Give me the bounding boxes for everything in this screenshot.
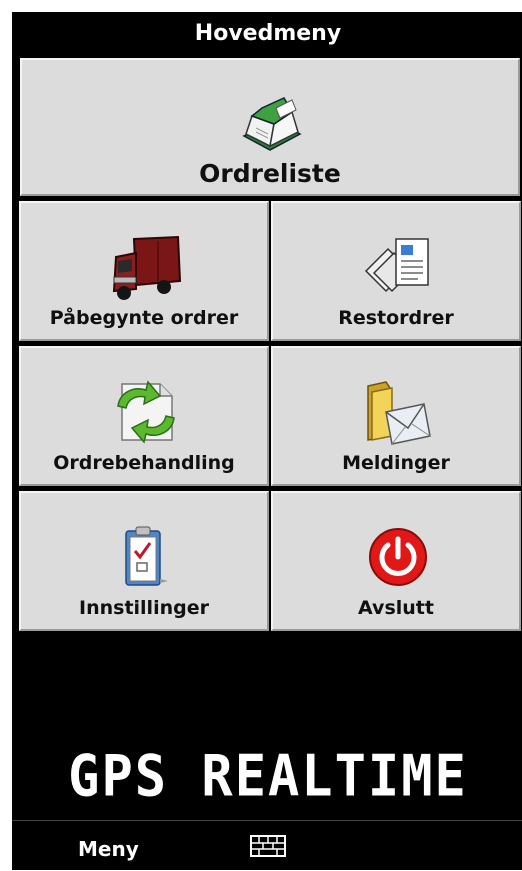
avslutt-label: Avslutt: [358, 597, 434, 619]
brand-logo-text: GPS REALTIME: [68, 744, 468, 810]
pabegynte-ordrer-button[interactable]: Påbegynte ordrer: [19, 201, 269, 341]
avslutt-button[interactable]: Avslutt: [271, 491, 521, 631]
softkey-bar: Meny: [12, 820, 522, 870]
sync-arrows-icon: [108, 378, 184, 450]
keyboard-icon[interactable]: [250, 835, 286, 861]
folder-envelope-icon: [360, 378, 436, 450]
innstillinger-button[interactable]: Innstillinger: [19, 491, 269, 631]
ordreliste-label: Ordreliste: [199, 159, 341, 188]
page-title: Hovedmeny: [194, 21, 342, 46]
app-screen: Hovedmeny Ordreliste Påbegynte ordrer Re…: [12, 12, 522, 870]
innstillinger-label: Innstillinger: [79, 597, 209, 619]
restordrer-label: Restordrer: [338, 307, 454, 329]
pabegynte-ordrer-label: Påbegynte ordrer: [49, 307, 239, 329]
open-book-icon: [240, 94, 304, 158]
ordrebehandling-label: Ordrebehandling: [53, 452, 235, 474]
power-icon: [360, 523, 436, 595]
ordreliste-button[interactable]: Ordreliste: [20, 58, 520, 196]
menu-softkey[interactable]: Meny: [78, 837, 139, 861]
meldinger-label: Meldinger: [342, 452, 450, 474]
delivery-truck-icon: [108, 233, 184, 305]
meldinger-button[interactable]: Meldinger: [271, 346, 521, 486]
clipboard-check-icon: [108, 523, 184, 595]
documents-stack-icon: [360, 233, 436, 305]
restordrer-button[interactable]: Restordrer: [271, 201, 521, 341]
ordrebehandling-button[interactable]: Ordrebehandling: [19, 346, 269, 486]
